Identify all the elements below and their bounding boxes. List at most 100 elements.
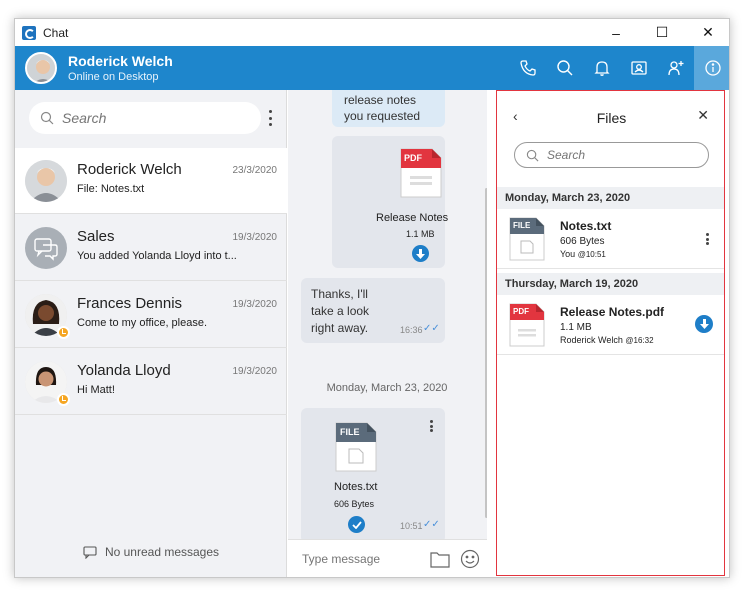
conversation-item[interactable]: Frances Dennis 19/3/2020 Come to my offi…	[15, 282, 287, 348]
message-time: 16:36	[400, 325, 423, 335]
chat-bubble-icon	[83, 545, 97, 559]
file-sender: Roderick Welch @16:32	[560, 335, 654, 345]
header-actions	[509, 46, 729, 90]
conversation-item[interactable]: Yolanda Lloyd 19/3/2020 Hi Matt!	[15, 349, 287, 415]
title-bar: Chat – ☐ ✕	[15, 19, 729, 46]
conversation-item[interactable]: Sales 19/3/2020 You added Yolanda Lloyd …	[15, 215, 287, 281]
file-item[interactable]: FILE Notes.txt 606 Bytes You @10:51	[497, 209, 724, 269]
download-icon[interactable]	[412, 245, 429, 262]
chat-window: Chat – ☐ ✕ Roderick Welch Online on Desk…	[14, 18, 730, 578]
panel-title: Files	[596, 110, 627, 126]
conversation-preview: Hi Matt!	[77, 384, 115, 396]
conversation-preview: You added Yolanda Lloyd into t...	[77, 250, 237, 262]
conversation-date: 23/3/2020	[232, 165, 278, 176]
conversation-preview: File: Notes.txt	[77, 183, 145, 195]
message-text: take a look	[311, 304, 370, 318]
file-item[interactable]: PDF Release Notes.pdf 1.1 MB Roderick We…	[497, 295, 724, 355]
search-input[interactable]	[547, 148, 697, 162]
emoji-icon[interactable]	[460, 549, 480, 569]
contact-status: Online on Desktop	[68, 71, 159, 83]
minimize-button[interactable]: –	[593, 19, 639, 46]
sent-time: @10:51	[577, 250, 606, 259]
file-name: Notes.txt	[334, 481, 378, 493]
date-group-header: Thursday, March 19, 2020	[497, 273, 724, 295]
info-icon[interactable]	[694, 46, 729, 90]
date-separator: Monday, March 23, 2020	[326, 382, 448, 394]
message-text: Thanks, I'll	[311, 287, 368, 301]
message-text: right away.	[311, 321, 369, 335]
close-icon[interactable]: ✕	[697, 107, 709, 124]
search-icon[interactable]	[546, 46, 583, 90]
avatar	[25, 160, 67, 202]
file-size: 1.1 MB	[560, 322, 592, 333]
date-group-header: Monday, March 23, 2020	[497, 187, 724, 209]
sender-name: You	[560, 249, 576, 259]
conversation-item[interactable]: Roderick Welch 23/3/2020 File: Notes.txt	[15, 148, 287, 214]
more-options-icon[interactable]	[706, 233, 709, 245]
call-icon[interactable]	[509, 46, 546, 90]
search-input[interactable]	[62, 110, 232, 126]
file-name: Release Notes.pdf	[560, 305, 665, 319]
app-logo-icon	[22, 25, 36, 40]
no-unread-label: No unread messages	[104, 545, 220, 559]
file-size: 606 Bytes	[334, 499, 375, 509]
file-name: Notes.txt	[560, 219, 612, 233]
download-icon[interactable]	[695, 315, 713, 333]
file-sender: You @10:51	[560, 249, 606, 259]
contact-name: Roderick Welch	[68, 53, 173, 69]
sender-name: Roderick Welch	[560, 335, 623, 345]
message-text: you requested	[344, 109, 421, 123]
file-badge: FILE	[513, 221, 531, 230]
window-controls: – ☐ ✕	[593, 19, 729, 46]
scrollbar[interactable]	[485, 188, 487, 518]
away-status-icon	[57, 326, 70, 339]
message-text: release notes	[344, 93, 417, 107]
read-receipt-icon: ✓✓	[423, 519, 440, 530]
more-options-icon[interactable]	[267, 110, 273, 126]
conversation-date: 19/3/2020	[232, 366, 278, 377]
more-options-icon[interactable]	[430, 420, 433, 432]
read-receipt-icon: ✓✓	[423, 323, 440, 334]
search-icon	[526, 149, 539, 161]
message-time: 10:51	[400, 521, 423, 531]
files-panel: ‹ Files ✕ Monday, March 23, 2020 FILE No…	[496, 90, 725, 576]
away-status-icon	[57, 393, 70, 406]
message-bubble: Thanks, I'll take a look right away. 16:…	[301, 278, 445, 343]
no-unread-indicator: No unread messages	[15, 545, 287, 559]
conversation-list-panel: Roderick Welch 23/3/2020 File: Notes.txt…	[15, 90, 287, 577]
conversation-name: Sales	[77, 228, 115, 245]
file-message[interactable]: PDF Release Notes 1.1 MB	[332, 136, 449, 268]
folder-icon[interactable]	[430, 551, 450, 568]
window-title: Chat	[43, 25, 69, 40]
conversation-name: Roderick Welch	[77, 161, 182, 178]
search-icon	[40, 111, 54, 125]
files-search[interactable]	[514, 142, 709, 168]
file-size: 606 Bytes	[560, 236, 605, 247]
conversation-preview: Come to my office, please.	[77, 317, 208, 329]
message-composer	[288, 539, 487, 577]
file-name: Release Notes	[376, 212, 449, 224]
file-badge: PDF	[513, 307, 529, 316]
file-size: 1.1 MB	[406, 229, 435, 239]
group-chat-icon	[25, 227, 67, 269]
close-button[interactable]: ✕	[685, 19, 729, 46]
file-message[interactable]: FILE Notes.txt 606 Bytes 10:51 ✓✓	[301, 408, 445, 543]
contact-card-icon[interactable]	[620, 46, 657, 90]
avatar[interactable]	[25, 52, 57, 84]
add-user-icon[interactable]	[657, 46, 694, 90]
file-badge: PDF	[404, 153, 422, 163]
bell-icon[interactable]	[583, 46, 620, 90]
conversation-name: Frances Dennis	[77, 295, 183, 312]
conversation-search[interactable]	[29, 102, 261, 134]
chat-header: Roderick Welch Online on Desktop	[15, 46, 729, 90]
conversation-date: 19/3/2020	[232, 299, 278, 310]
message-thread: release notes you requested PDF Release …	[288, 90, 487, 577]
check-icon	[348, 516, 365, 533]
message-input[interactable]	[302, 552, 412, 566]
maximize-button[interactable]: ☐	[639, 19, 685, 46]
sent-time: @16:32	[625, 336, 654, 345]
message-bubble: release notes you requested	[332, 90, 445, 127]
conversation-date: 19/3/2020	[232, 232, 278, 243]
conversation-name: Yolanda Lloyd	[77, 362, 171, 379]
file-badge: FILE	[340, 427, 360, 437]
